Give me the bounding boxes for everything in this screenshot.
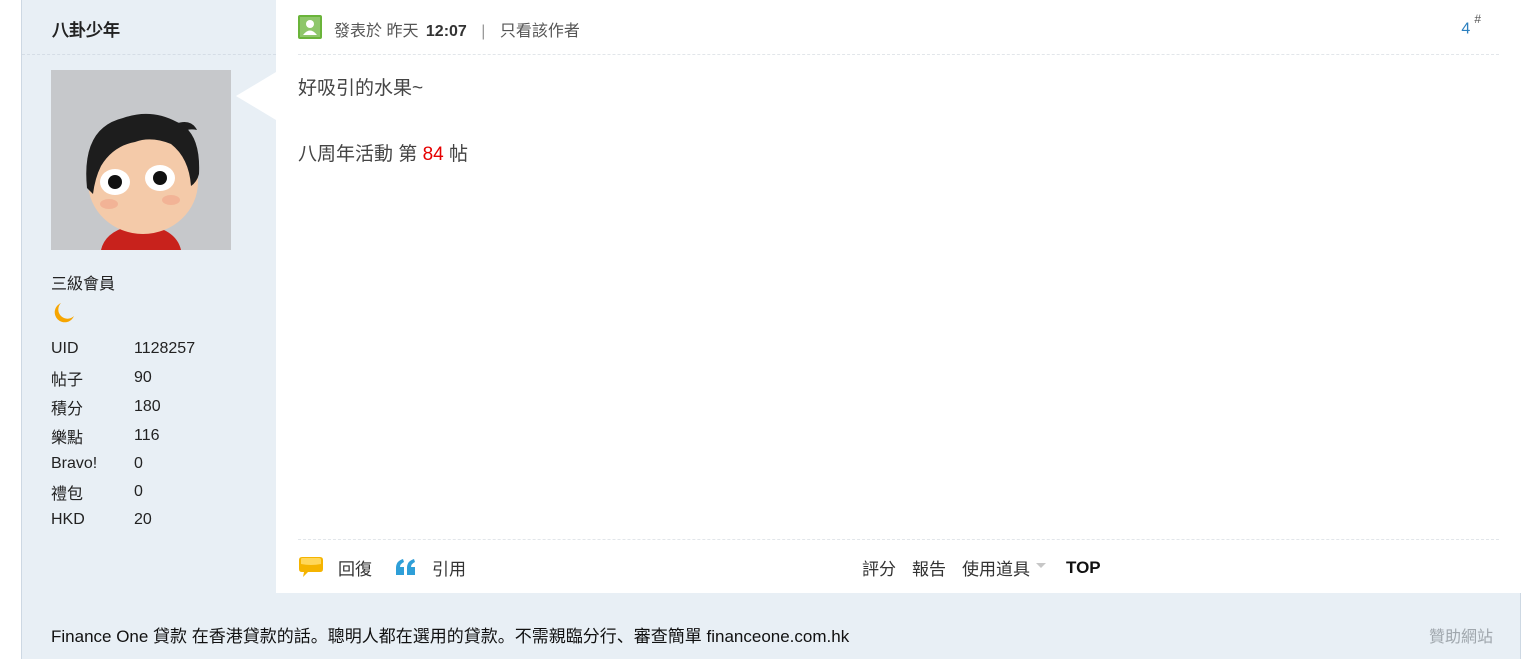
- post-actions: 回復 引用: [298, 553, 488, 581]
- activity-suffix: 帖: [443, 144, 468, 165]
- ad-link[interactable]: Finance One 貸款 在香港貸款的話。聰明人都在選用的貸款。不需親臨分行…: [51, 622, 849, 647]
- reply-button[interactable]: 回復: [298, 555, 372, 580]
- stat-label: 禮包: [51, 486, 84, 503]
- floor-number: 4: [1461, 20, 1471, 38]
- stat-label: 積分: [51, 400, 84, 418]
- use-tools-dropdown[interactable]: 使用道具: [962, 555, 1030, 580]
- stat-label: UID: [51, 339, 79, 357]
- sponsored-ad-bar: Finance One 貸款 在香港貸款的話。聰明人都在選用的貸款。不需親臨分行…: [22, 593, 1520, 659]
- footer-divider: [298, 539, 1499, 540]
- stat-label: HKD: [51, 511, 85, 528]
- posted-prefix: 發表於 昨天: [334, 23, 419, 40]
- stat-posts: 帖子 90: [51, 363, 195, 392]
- activity-prefix: 八周年活動 第: [298, 144, 423, 165]
- member-rank: 三級會員: [51, 276, 116, 293]
- moon-icon: [51, 300, 77, 331]
- stat-label: 樂點: [51, 429, 84, 447]
- post-tools: 評分 報告 使用道具 TOP: [862, 555, 1101, 580]
- author-username[interactable]: 八卦少年: [52, 16, 120, 41]
- stat-label: Bravo!: [51, 455, 98, 472]
- post-panel: 發表於 昨天 12:07 | 只看該作者 4# 好吸引的水果~ 八周年活動 第 …: [276, 0, 1521, 593]
- separator: |: [481, 23, 486, 40]
- post-header: 發表於 昨天 12:07 | 只看該作者 4#: [298, 12, 1499, 41]
- stat-value: 1128257: [134, 339, 196, 357]
- speech-bubble-arrow: [236, 72, 276, 120]
- quote-button[interactable]: 引用: [394, 555, 466, 580]
- speech-bubble-icon: [298, 555, 324, 579]
- posted-info: 發表於 昨天 12:07 | 只看該作者: [334, 17, 580, 41]
- rate-link[interactable]: 評分: [862, 555, 896, 580]
- stat-value: 20: [134, 511, 152, 528]
- stat-points: 積分 180: [51, 392, 195, 421]
- stat-value: 0: [134, 455, 143, 472]
- report-link[interactable]: 報告: [912, 555, 946, 580]
- floor-mark: #: [1474, 12, 1481, 26]
- posted-time: 12:07: [425, 23, 467, 40]
- stat-value: 116: [134, 426, 160, 444]
- floor-number-link[interactable]: 4#: [1461, 12, 1481, 38]
- stat-value[interactable]: 90: [134, 369, 152, 387]
- post-body-line: 八周年活動 第 84 帖: [298, 142, 468, 168]
- reply-label: 回復: [338, 559, 372, 579]
- chevron-down-icon[interactable]: [1036, 563, 1046, 568]
- activity-post-count: 84: [422, 144, 444, 165]
- quote-label: 引用: [432, 559, 466, 579]
- member-stats: UID 1128257 帖子 90 積分 180 樂點 116 Bravo! 0…: [51, 334, 195, 534]
- sponsor-label[interactable]: 贊助網站: [1429, 623, 1493, 647]
- avatar-image: [51, 70, 231, 250]
- stat-uid: UID 1128257: [51, 334, 195, 363]
- post-content: 好吸引的水果~ 八周年活動 第 84 帖: [298, 76, 468, 168]
- stat-value: 0: [134, 483, 143, 500]
- quote-icon: [394, 557, 418, 577]
- stat-bravo: Bravo! 0: [51, 450, 195, 478]
- stat-credits: 樂點 116: [51, 421, 195, 450]
- stat-hkd: HKD 20: [51, 506, 195, 534]
- only-author-link[interactable]: 只看該作者: [500, 23, 580, 40]
- sidebar-divider: [22, 54, 276, 55]
- post-body-line: 好吸引的水果~: [298, 78, 424, 99]
- back-to-top-link[interactable]: TOP: [1066, 558, 1101, 578]
- avatar[interactable]: [51, 70, 231, 250]
- online-user-icon: [298, 15, 322, 39]
- header-divider: [298, 54, 1499, 55]
- stat-value: 180: [134, 397, 161, 415]
- stat-label: 帖子: [51, 371, 84, 389]
- stat-gifts: 禮包 0: [51, 478, 195, 506]
